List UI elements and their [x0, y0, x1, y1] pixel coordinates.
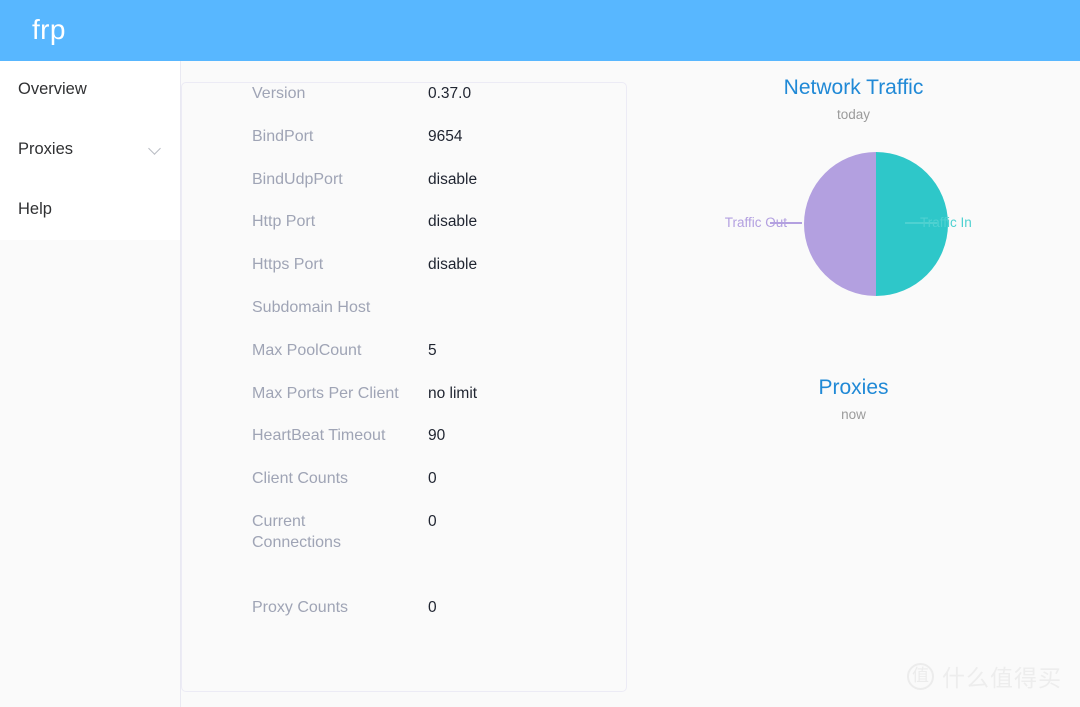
sidebar-menu: Overview Proxies Help	[0, 61, 180, 240]
info-value: disable	[428, 256, 478, 274]
info-row: BindUdpPort disable	[182, 169, 628, 212]
info-key: BindUdpPort	[252, 170, 343, 188]
chart-title: Network Traffic	[783, 76, 924, 99]
chevron-down-icon	[148, 142, 162, 156]
info-row: Version 0.37.0	[182, 83, 628, 126]
main-content: Version 0.37.0 BindPort 9654 BindUdpPort…	[181, 61, 1080, 707]
info-value: 90	[428, 427, 446, 445]
info-row: Current Connections 0	[182, 511, 628, 597]
pie-chart-area: Traffic Out Traffic In	[627, 141, 1080, 341]
info-value: disable	[428, 170, 478, 188]
info-key: Http Port	[252, 213, 316, 231]
network-traffic-chart: Network Traffic today Traffic Out Traffi…	[627, 75, 1080, 375]
chart-subtitle: today	[836, 107, 871, 122]
app-title: frp	[32, 14, 66, 45]
info-value: 5	[428, 341, 437, 359]
info-key: BindPort	[252, 127, 314, 145]
info-value: 0	[428, 598, 437, 616]
info-value: 9654	[428, 127, 463, 145]
info-row: Https Port disable	[182, 254, 628, 297]
info-key: Client Counts	[252, 470, 349, 488]
info-row: HeartBeat Timeout 90	[182, 425, 628, 468]
server-info-card: Version 0.37.0 BindPort 9654 BindUdpPort…	[181, 82, 627, 692]
sidebar-item-overview[interactable]: Overview	[0, 61, 180, 117]
info-key: Version	[252, 85, 306, 102]
info-key: Current Connections	[252, 512, 341, 551]
info-value: no limit	[428, 384, 478, 402]
sidebar-item-label: Proxies	[18, 139, 74, 158]
chart-title: Proxies	[818, 376, 889, 399]
charts-panel: Network Traffic today Traffic Out Traffi…	[627, 61, 1080, 707]
sidebar-item-label: Overview	[18, 79, 87, 98]
app-header: frp	[0, 0, 1080, 61]
info-key: Subdomain Host	[252, 298, 371, 316]
info-row: Max PoolCount 5	[182, 340, 628, 383]
proxies-chart: Proxies now	[627, 375, 1080, 495]
info-row: Subdomain Host	[182, 297, 628, 340]
info-value: 0	[428, 512, 437, 530]
sidebar-item-proxies[interactable]: Proxies	[0, 121, 180, 177]
sidebar-item-label: Help	[18, 199, 52, 218]
info-row: Proxy Counts 0	[182, 597, 628, 640]
info-key: Https Port	[252, 256, 324, 274]
pie-label-traffic-out: Traffic Out	[724, 215, 787, 230]
info-row: BindPort 9654	[182, 126, 628, 169]
info-key: Max PoolCount	[252, 341, 362, 359]
info-key: Proxy Counts	[252, 598, 349, 616]
frp-dashboard: frp Overview Proxies Help Version 0.37.0	[0, 0, 1080, 707]
server-info-list: Version 0.37.0 BindPort 9654 BindUdpPort…	[182, 83, 628, 639]
info-row: Max Ports Per Client no limit	[182, 383, 628, 426]
info-row: Http Port disable	[182, 211, 628, 254]
info-value: 0.37.0	[428, 85, 472, 102]
info-key: Max Ports Per Client	[252, 384, 399, 402]
info-value: disable	[428, 213, 478, 231]
chart-subtitle: now	[841, 407, 866, 422]
pie-label-traffic-in: Traffic In	[920, 215, 972, 230]
sidebar: Overview Proxies Help	[0, 61, 181, 707]
sidebar-item-help[interactable]: Help	[0, 181, 180, 237]
info-value: 0	[428, 470, 437, 488]
info-key: HeartBeat Timeout	[252, 427, 386, 445]
info-row: Client Counts 0	[182, 468, 628, 511]
